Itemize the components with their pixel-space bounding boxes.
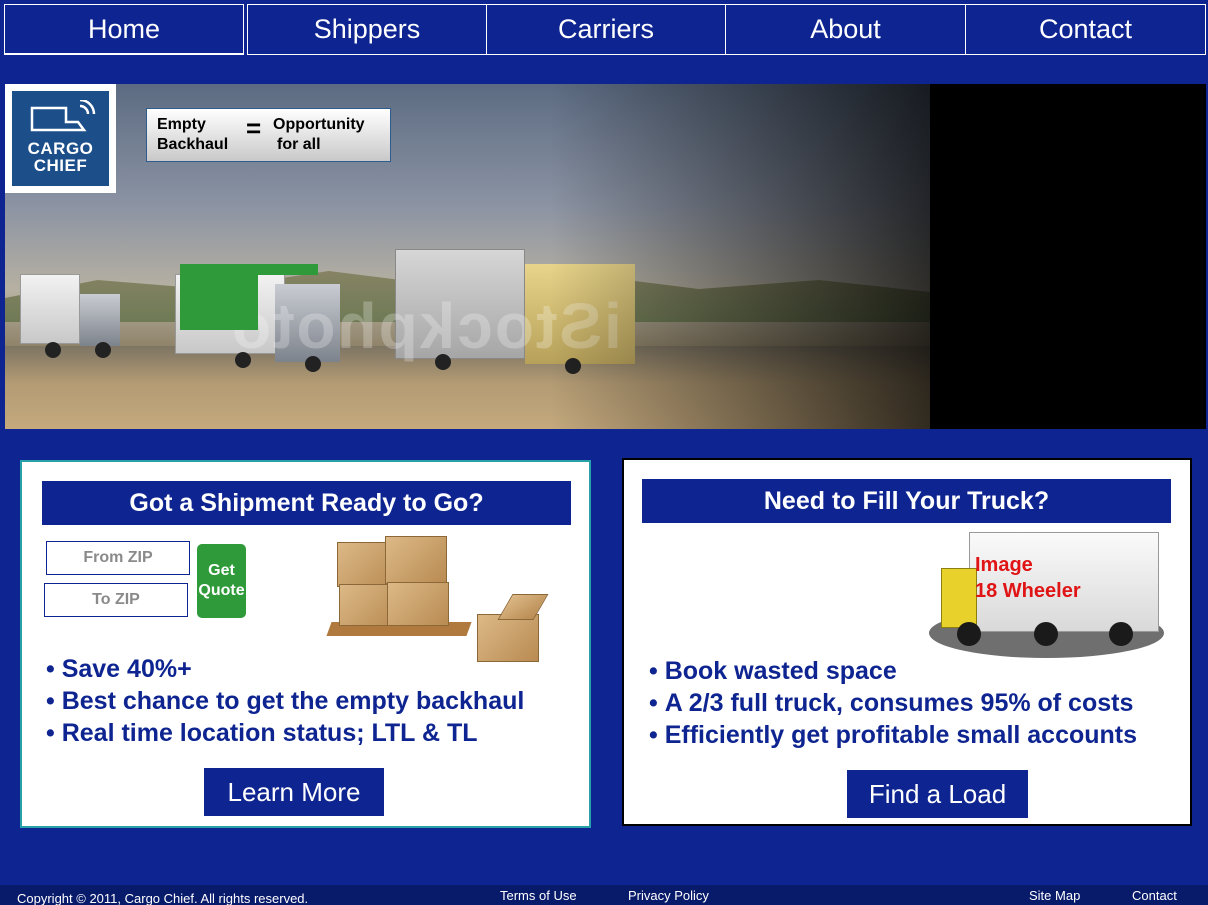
list-item: Efficiently get profitable small account… <box>649 719 1137 751</box>
truck-cab <box>941 568 977 628</box>
callout-for-all: for all <box>277 136 321 153</box>
callout-left-text: Empty Backhaul <box>157 115 228 155</box>
logo-text-chief: CHIEF <box>33 156 88 175</box>
learn-more-button[interactable]: Learn More <box>204 768 384 816</box>
green-highlight-block <box>180 264 258 330</box>
terms-of-use-link[interactable]: Terms of Use <box>500 888 577 903</box>
list-item: Book wasted space <box>649 655 1137 687</box>
get-quote-line1: Get <box>208 562 235 579</box>
truck-cab-1 <box>80 294 120 346</box>
site-map-link[interactable]: Site Map <box>1029 888 1080 903</box>
logo-mark: CARGO CHIEF <box>12 91 109 186</box>
to-zip-input[interactable] <box>44 583 188 617</box>
carriers-panel-title: Need to Fill Your Truck? <box>642 479 1171 523</box>
hero-truck-photo: iStockphoto <box>5 84 930 429</box>
get-quote-button[interactable]: Get Quote <box>197 544 246 618</box>
truck-wheel <box>957 622 981 646</box>
nav-home[interactable]: Home <box>4 4 244 55</box>
carriers-benefits-list: Book wasted space A 2/3 full truck, cons… <box>649 655 1137 751</box>
logo-text-cargo: CARGO <box>27 139 94 158</box>
green-highlight-strip <box>258 264 318 275</box>
list-item: Save 40%+ <box>46 653 524 685</box>
list-item: Best chance to get the empty backhaul <box>46 685 525 717</box>
shippers-panel-title: Got a Shipment Ready to Go? <box>42 481 571 525</box>
shippers-benefits-list: Save 40%+ Best chance to get the empty b… <box>46 653 525 749</box>
get-quote-line2: Quote <box>198 582 245 599</box>
image-label-line2: 18 Wheeler <box>975 580 1081 602</box>
list-item: Real time location status; LTL & TL <box>46 717 524 749</box>
truck-wifi-icon <box>30 100 95 132</box>
truck-trailer-1 <box>20 274 80 344</box>
truck-wheel <box>45 342 61 358</box>
copyright-text: Copyright © 2011, Cargo Chief. All right… <box>17 891 309 905</box>
box <box>387 582 449 626</box>
hero-vignette <box>550 84 930 429</box>
callout-right-text: Opportunity for all <box>273 115 365 155</box>
nav-contact[interactable]: Contact <box>966 4 1206 55</box>
main-nav: Home Shippers Carriers About Contact <box>4 4 1206 55</box>
hero-callout: Empty Backhaul = Opportunity for all <box>146 108 391 162</box>
list-item: A 2/3 full truck, consumes 95% of costs <box>649 687 1137 719</box>
nav-carriers[interactable]: Carriers <box>487 4 726 55</box>
callout-backhaul: Backhaul <box>157 136 229 153</box>
carriers-panel: Need to Fill Your Truck? Image 18 Wheele… <box>622 458 1192 826</box>
footer: Copyright © 2011, Cargo Chief. All right… <box>0 885 1208 905</box>
box <box>385 536 447 584</box>
callout-empty: Empty <box>157 116 206 133</box>
find-a-load-button[interactable]: Find a Load <box>847 770 1028 818</box>
cargo-chief-logo[interactable]: CARGO CHIEF <box>5 84 116 193</box>
privacy-policy-link[interactable]: Privacy Policy <box>628 888 709 903</box>
box-flap <box>497 594 549 620</box>
shippers-panel: Got a Shipment Ready to Go? Get Quote Sa… <box>20 460 591 828</box>
truck-wheel <box>1109 622 1133 646</box>
image-label-line1: Image <box>975 554 1033 576</box>
truck-wheel <box>1034 622 1058 646</box>
nav-shippers[interactable]: Shippers <box>247 4 487 55</box>
nav-about[interactable]: About <box>726 4 966 55</box>
image-placeholder-label: Image 18 Wheeler <box>975 552 1081 604</box>
callout-opportunity: Opportunity <box>273 116 365 133</box>
box-truck-image: Image 18 Wheeler <box>929 528 1169 668</box>
truck-wheel <box>95 342 111 358</box>
callout-equals: = <box>246 113 262 143</box>
from-zip-input[interactable] <box>46 541 190 575</box>
footer-contact-link[interactable]: Contact <box>1132 888 1177 903</box>
